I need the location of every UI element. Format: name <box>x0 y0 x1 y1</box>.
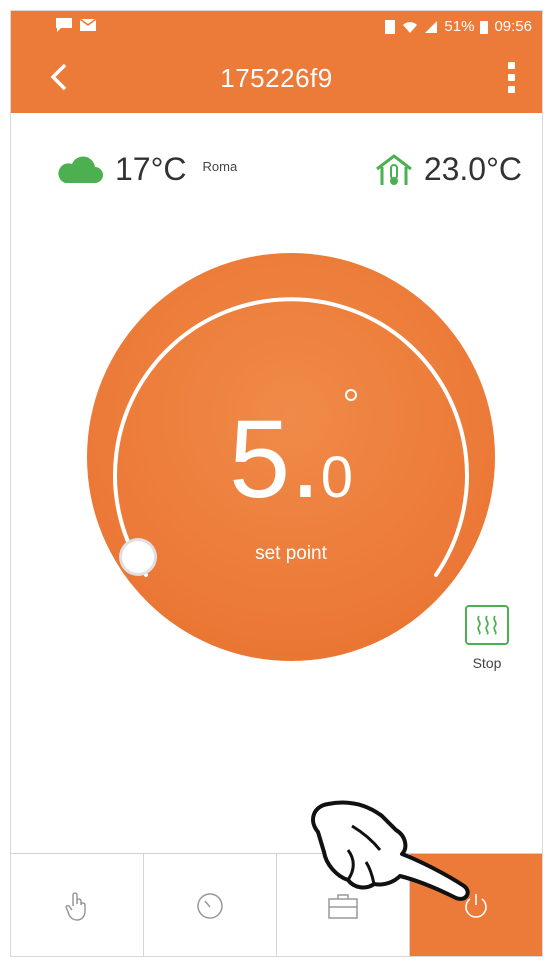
degree-mark <box>345 389 357 401</box>
sim-icon <box>385 19 396 34</box>
signal-icon <box>425 20 438 33</box>
thermometer-icon <box>90 257 108 285</box>
stop-label: Stop <box>472 655 502 671</box>
heat-waves-icon <box>477 615 497 635</box>
clock-schedule-icon <box>197 892 223 919</box>
app-bar: 175226f9 <box>11 43 542 113</box>
battery-percent: 51% <box>444 18 475 35</box>
setpoint-value: 5.0 <box>87 405 495 515</box>
heating-stop-box <box>465 605 509 645</box>
menu-dot-icon <box>507 61 515 69</box>
system-status: 51% 09:56 <box>384 18 532 35</box>
house-thermometer-icon <box>375 153 412 185</box>
outdoor-weather: 17°C Roma <box>55 151 237 188</box>
thermostat-dial[interactable]: 5.0 set point <box>87 253 495 661</box>
mail-notification-icon <box>79 18 97 31</box>
pointing-hand-icon <box>311 800 470 901</box>
cloud-icon <box>58 156 103 183</box>
setpoint-integer: 5. <box>228 398 321 521</box>
clock-time: 09:56 <box>494 18 532 35</box>
nav-schedule[interactable] <box>144 854 277 956</box>
menu-dot-icon <box>507 85 515 93</box>
status-bar: 51% 09:56 <box>11 11 542 43</box>
wifi-icon <box>403 21 418 33</box>
nav-manual[interactable] <box>11 854 144 956</box>
indoor-temperature: 23.0°C <box>423 151 522 187</box>
setpoint-decimal: 0 <box>320 445 353 510</box>
hand-manual-icon <box>65 891 86 921</box>
notification-icons <box>55 17 97 33</box>
indoor-temperature-block: 23.0°C <box>374 151 522 188</box>
stop-button[interactable]: Stop <box>463 605 511 680</box>
outdoor-temperature: 17°C <box>115 151 187 187</box>
battery-icon <box>480 20 489 34</box>
menu-dot-icon <box>507 73 515 81</box>
device-title: 175226f9 <box>220 63 333 93</box>
more-options-button[interactable] <box>496 57 526 97</box>
dial-knob[interactable] <box>122 541 154 573</box>
chat-notification-icon <box>56 18 72 32</box>
city-name: Roma <box>202 159 238 174</box>
